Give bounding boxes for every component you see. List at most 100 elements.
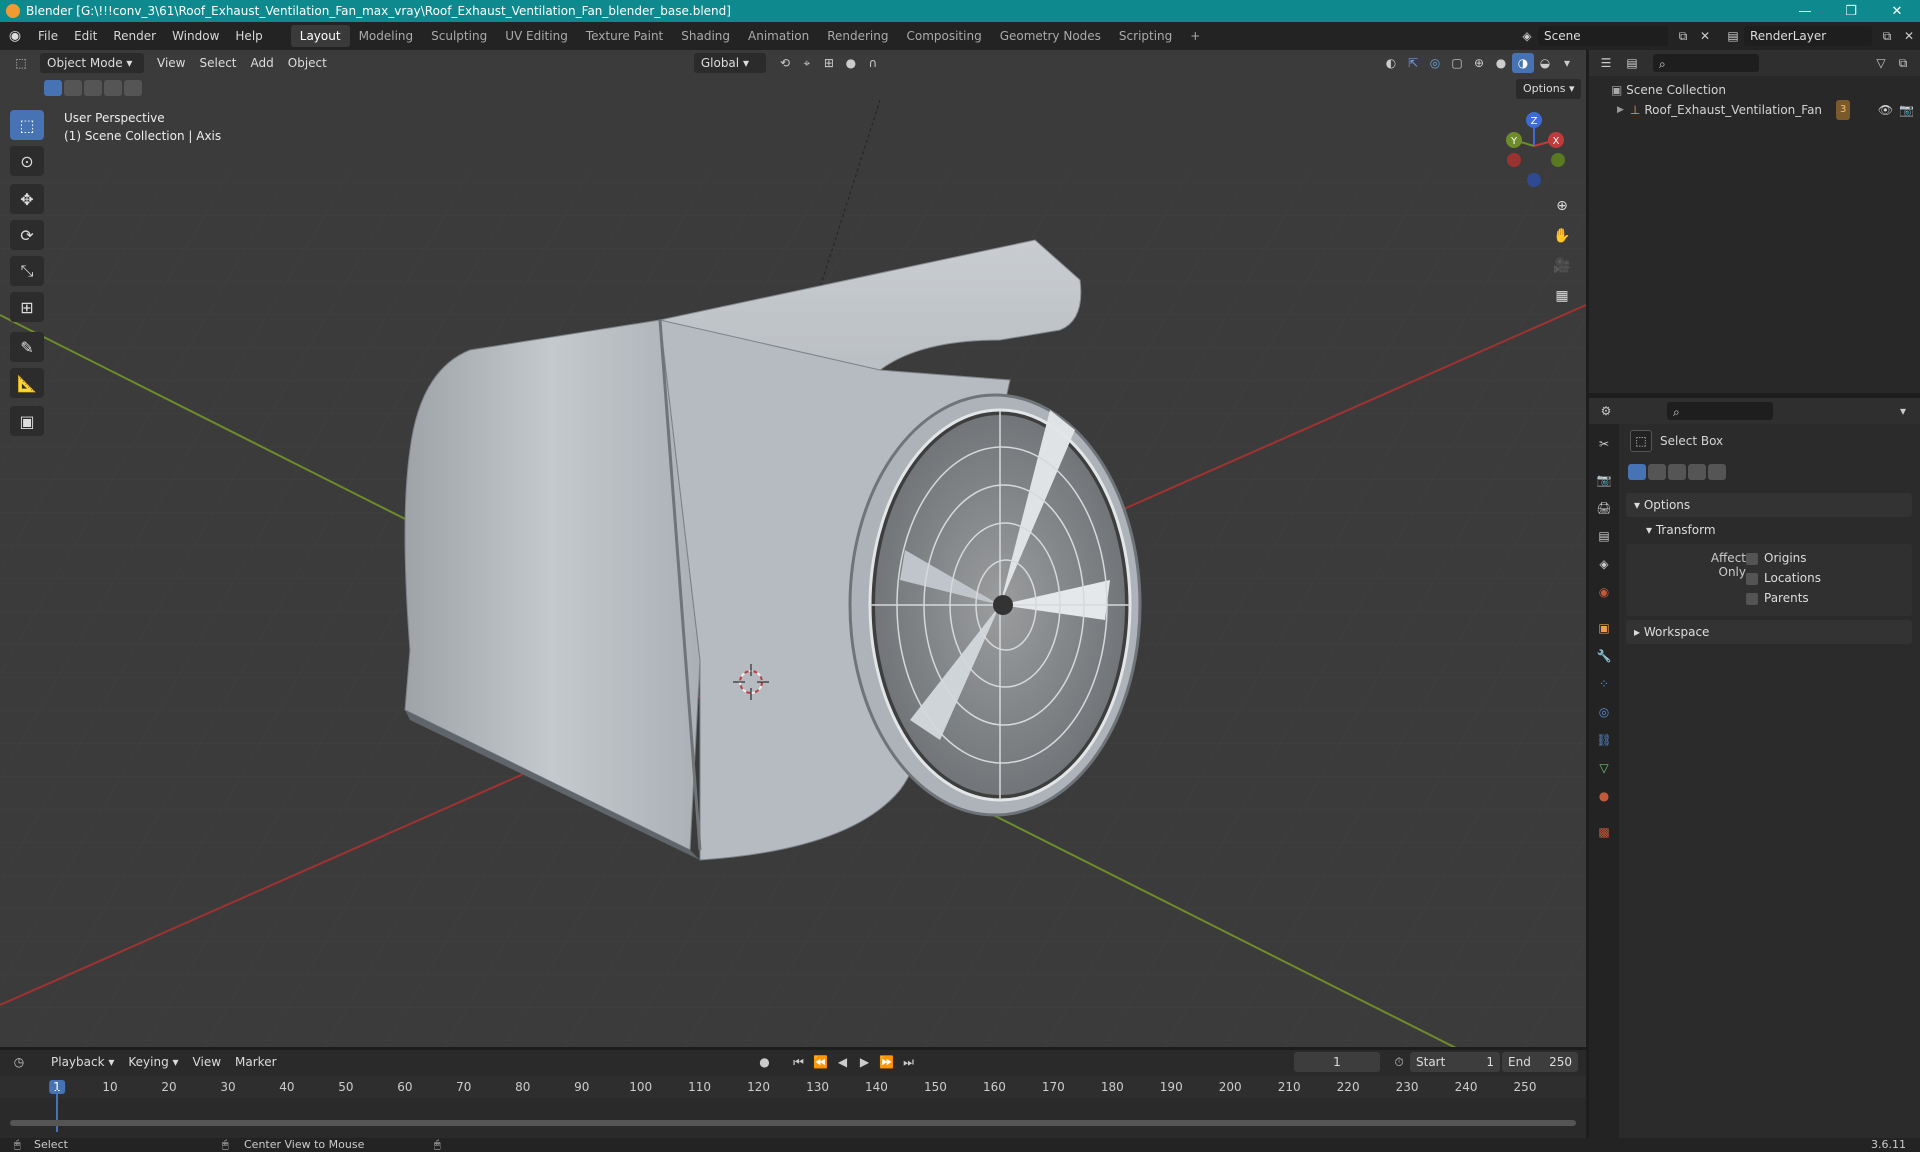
outliner-editor-icon[interactable]: ☰ xyxy=(1595,53,1617,73)
camera-view-icon[interactable]: 🎥 xyxy=(1548,252,1576,280)
end-frame-field[interactable]: End 250 xyxy=(1502,1052,1578,1072)
world-tab-icon[interactable]: ◉ xyxy=(1594,582,1614,602)
measure-tool[interactable]: 📐 xyxy=(10,368,44,398)
new-scene-icon[interactable]: ⧉ xyxy=(1672,26,1694,46)
properties-search-input[interactable]: ⌕ xyxy=(1667,402,1773,420)
view-layer-tab-icon[interactable]: ▤ xyxy=(1594,526,1614,546)
maximize-button[interactable]: ❐ xyxy=(1828,4,1874,19)
constraints-tab-icon[interactable]: ⛓ xyxy=(1594,730,1614,750)
outliner-row-object[interactable]: ▶ ⊥ Roof_Exhaust_Ventilation_Fan 3 👁 📷 xyxy=(1589,100,1920,120)
new-collection-icon[interactable]: ⧉ xyxy=(1892,53,1914,73)
tab-geometry-nodes[interactable]: Geometry Nodes xyxy=(991,25,1110,47)
outliner-search-input[interactable]: ⌕ xyxy=(1653,54,1759,72)
tool-mode-new-icon[interactable] xyxy=(1628,464,1646,480)
orientation-dropdown[interactable]: Global ▾ xyxy=(693,53,766,73)
next-keyframe-icon[interactable]: ⏩ xyxy=(876,1052,898,1072)
overlay-toggle-icon[interactable]: ◎ xyxy=(1424,53,1446,73)
transform-tool[interactable]: ⊞ xyxy=(10,292,44,322)
menu-edit[interactable]: Edit xyxy=(66,25,105,47)
frame-ruler[interactable]: 1 10 20 30 40 50 60 70 80 90 100 110 120 130 140 150 160… xyxy=(0,1076,1586,1098)
timeline-editor-icon[interactable]: ◷ xyxy=(8,1052,30,1072)
select-extend-icon[interactable] xyxy=(64,80,82,96)
render-layer-field[interactable]: RenderLayer xyxy=(1744,26,1872,46)
add-cube-tool[interactable]: ▣ xyxy=(10,406,44,436)
menu-object[interactable]: Object xyxy=(281,53,334,73)
perspective-toggle-icon[interactable]: ▦ xyxy=(1548,282,1576,310)
object-tab-icon[interactable]: ▣ xyxy=(1594,618,1614,638)
menu-help[interactable]: Help xyxy=(227,25,270,47)
options-panel-header[interactable]: ▾ Options xyxy=(1626,493,1912,517)
origins-checkbox-box[interactable] xyxy=(1746,552,1758,565)
properties-options-icon[interactable]: ▾ xyxy=(1892,401,1914,421)
3d-viewport[interactable] xyxy=(0,50,1586,1047)
scene-tab-icon[interactable]: ◈ xyxy=(1594,554,1614,574)
timeline-view-menu[interactable]: View xyxy=(186,1052,228,1072)
snap-icon[interactable]: ⌖ xyxy=(796,53,818,73)
tool-mode-extend-icon[interactable] xyxy=(1648,464,1666,480)
annotate-tool[interactable]: ✎ xyxy=(10,332,44,362)
tab-compositing[interactable]: Compositing xyxy=(897,25,990,47)
tab-shading[interactable]: Shading xyxy=(672,25,739,47)
tool-mode-intersect-icon[interactable] xyxy=(1708,464,1726,480)
preview-range-icon[interactable]: ⏱ xyxy=(1388,1052,1410,1072)
particles-tab-icon[interactable]: ⁘ xyxy=(1594,674,1614,694)
modifier-tab-icon[interactable]: 🔧 xyxy=(1594,646,1614,666)
transform-subpanel-header[interactable]: ▾ Transform xyxy=(1646,519,1716,541)
material-shading-icon[interactable]: ◑ xyxy=(1512,53,1534,73)
jump-end-icon[interactable]: ⏭ xyxy=(898,1052,920,1072)
current-frame-field[interactable]: 1 xyxy=(1294,1052,1380,1072)
output-tab-icon[interactable]: 🖨 xyxy=(1594,498,1614,518)
expand-arrow-icon[interactable]: ▶ xyxy=(1617,100,1624,120)
filter-icon[interactable]: ▽ xyxy=(1870,53,1892,73)
tab-texture-paint[interactable]: Texture Paint xyxy=(577,25,672,47)
tool-mode-invert-icon[interactable] xyxy=(1688,464,1706,480)
new-layer-icon[interactable]: ⧉ xyxy=(1876,26,1898,46)
shading-options-icon[interactable]: ▾ xyxy=(1556,53,1578,73)
checkbox-parents[interactable]: Parents xyxy=(1746,591,1809,605)
parents-checkbox-box[interactable] xyxy=(1746,592,1758,605)
tool-tab-icon[interactable]: ✂ xyxy=(1594,434,1614,454)
menu-file[interactable]: File xyxy=(30,25,66,47)
tool-mode-subtract-icon[interactable] xyxy=(1668,464,1686,480)
workspace-panel-header[interactable]: ▸ Workspace xyxy=(1626,620,1912,644)
render-layer-icon[interactable]: ▤ xyxy=(1722,26,1744,46)
checkbox-origins[interactable]: Origins xyxy=(1746,551,1807,565)
render-tab-icon[interactable]: 📷 xyxy=(1594,470,1614,490)
keying-menu[interactable]: Keying ▾ xyxy=(121,1052,185,1072)
move-tool[interactable]: ✥ xyxy=(10,184,44,214)
xray-icon[interactable]: ▢ xyxy=(1446,53,1468,73)
physics-tab-icon[interactable]: ◎ xyxy=(1594,702,1614,722)
checkbox-locations[interactable]: Locations xyxy=(1746,571,1821,585)
visibility-icon[interactable]: ◐ xyxy=(1380,53,1402,73)
tab-layout[interactable]: Layout xyxy=(290,25,350,47)
playback-menu[interactable]: Playback ▾ xyxy=(44,1052,121,1072)
menu-add[interactable]: Add xyxy=(244,53,281,73)
record-icon[interactable]: ● xyxy=(754,1052,776,1072)
blender-menu-icon[interactable]: ◉ xyxy=(0,28,30,44)
select-box-tool[interactable]: ⬚ xyxy=(10,110,44,140)
select-invert-icon[interactable] xyxy=(104,80,122,96)
falloff-icon[interactable]: ∩ xyxy=(862,53,884,73)
display-mode-icon[interactable]: ▤ xyxy=(1621,53,1643,73)
start-frame-field[interactable]: Start 1 xyxy=(1410,1052,1500,1072)
timeline-scrollbar[interactable] xyxy=(10,1120,1576,1126)
prev-keyframe-icon[interactable]: ⏪ xyxy=(810,1052,832,1072)
select-new-icon[interactable] xyxy=(44,80,62,96)
zoom-icon[interactable]: ⊕ xyxy=(1548,192,1576,220)
solid-shading-icon[interactable]: ● xyxy=(1490,53,1512,73)
pivot-icon[interactable]: ⟲ xyxy=(774,53,796,73)
delete-scene-icon[interactable]: ✕ xyxy=(1694,26,1716,46)
options-dropdown[interactable]: Options ▾ xyxy=(1516,79,1582,99)
scene-icon[interactable]: ◈ xyxy=(1516,26,1538,46)
outliner-row-collection[interactable]: ▣ Scene Collection xyxy=(1589,80,1920,100)
tab-modeling[interactable]: Modeling xyxy=(350,25,423,47)
scale-tool[interactable]: ⤡ xyxy=(10,256,44,286)
scene-name-field[interactable]: Scene xyxy=(1538,26,1668,46)
add-workspace-button[interactable]: + xyxy=(1181,25,1209,47)
proportional-edit-icon[interactable]: ● xyxy=(840,53,862,73)
tab-animation[interactable]: Animation xyxy=(739,25,818,47)
pan-hand-icon[interactable]: ✋ xyxy=(1548,222,1576,250)
play-reverse-icon[interactable]: ◀ xyxy=(832,1052,854,1072)
material-tab-icon[interactable]: ● xyxy=(1594,786,1614,806)
properties-editor-icon[interactable]: ⚙ xyxy=(1595,401,1617,421)
